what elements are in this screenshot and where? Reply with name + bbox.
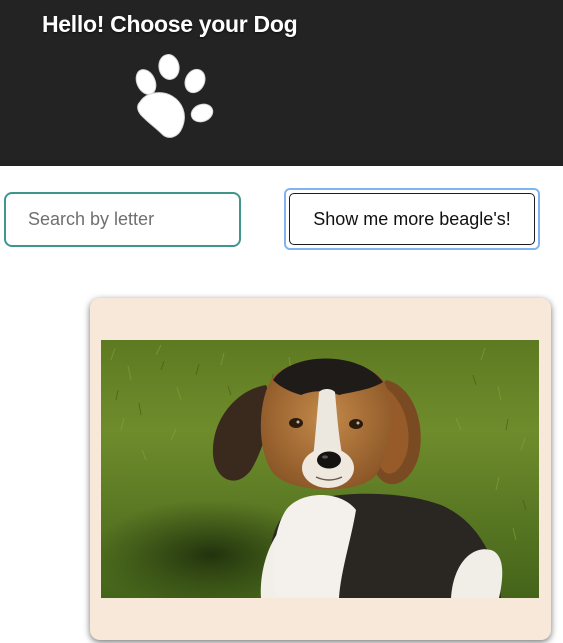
beagle-puppy-photo [101,340,539,598]
show-more-beagles-button[interactable]: Show me more beagle's! [284,188,540,250]
dog-card [90,298,551,640]
paw-print-icon [135,54,214,138]
page-header: Hello! Choose your Dog [0,0,563,166]
show-more-beagles-label: Show me more beagle's! [289,193,535,245]
page-title: Hello! Choose your Dog [42,11,298,37]
search-input[interactable] [4,192,241,247]
